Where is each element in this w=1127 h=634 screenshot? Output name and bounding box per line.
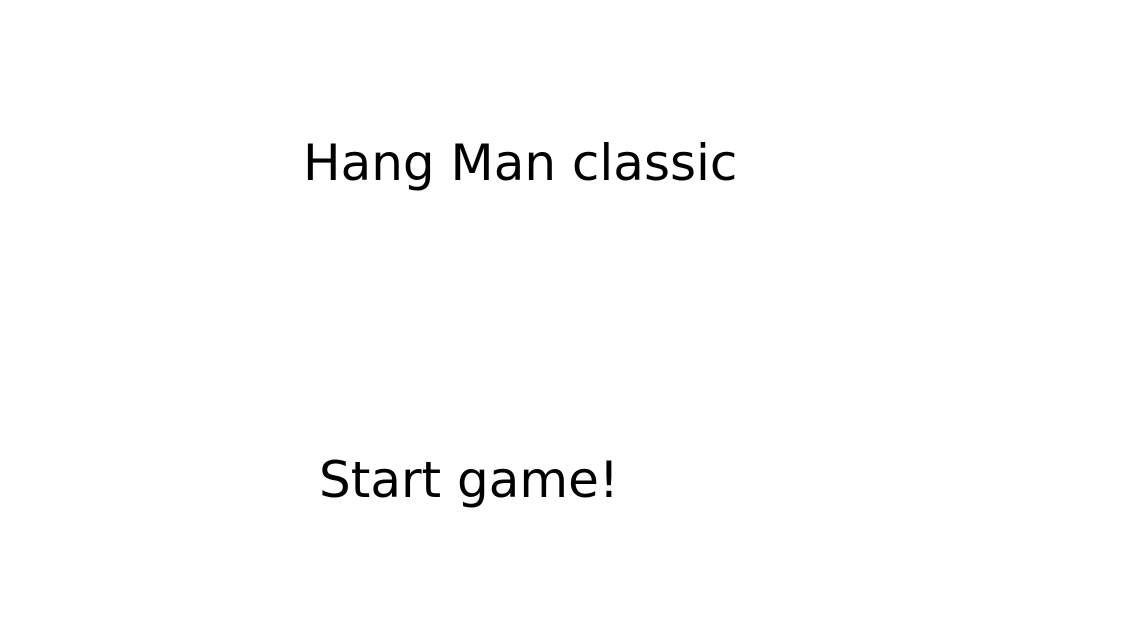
start-game-button[interactable]: Start game! <box>319 450 619 510</box>
game-title: Hang Man classic <box>303 134 738 192</box>
hangman-start-screen: { "start_screen": { "title": "Hang Man c… <box>0 0 1127 634</box>
